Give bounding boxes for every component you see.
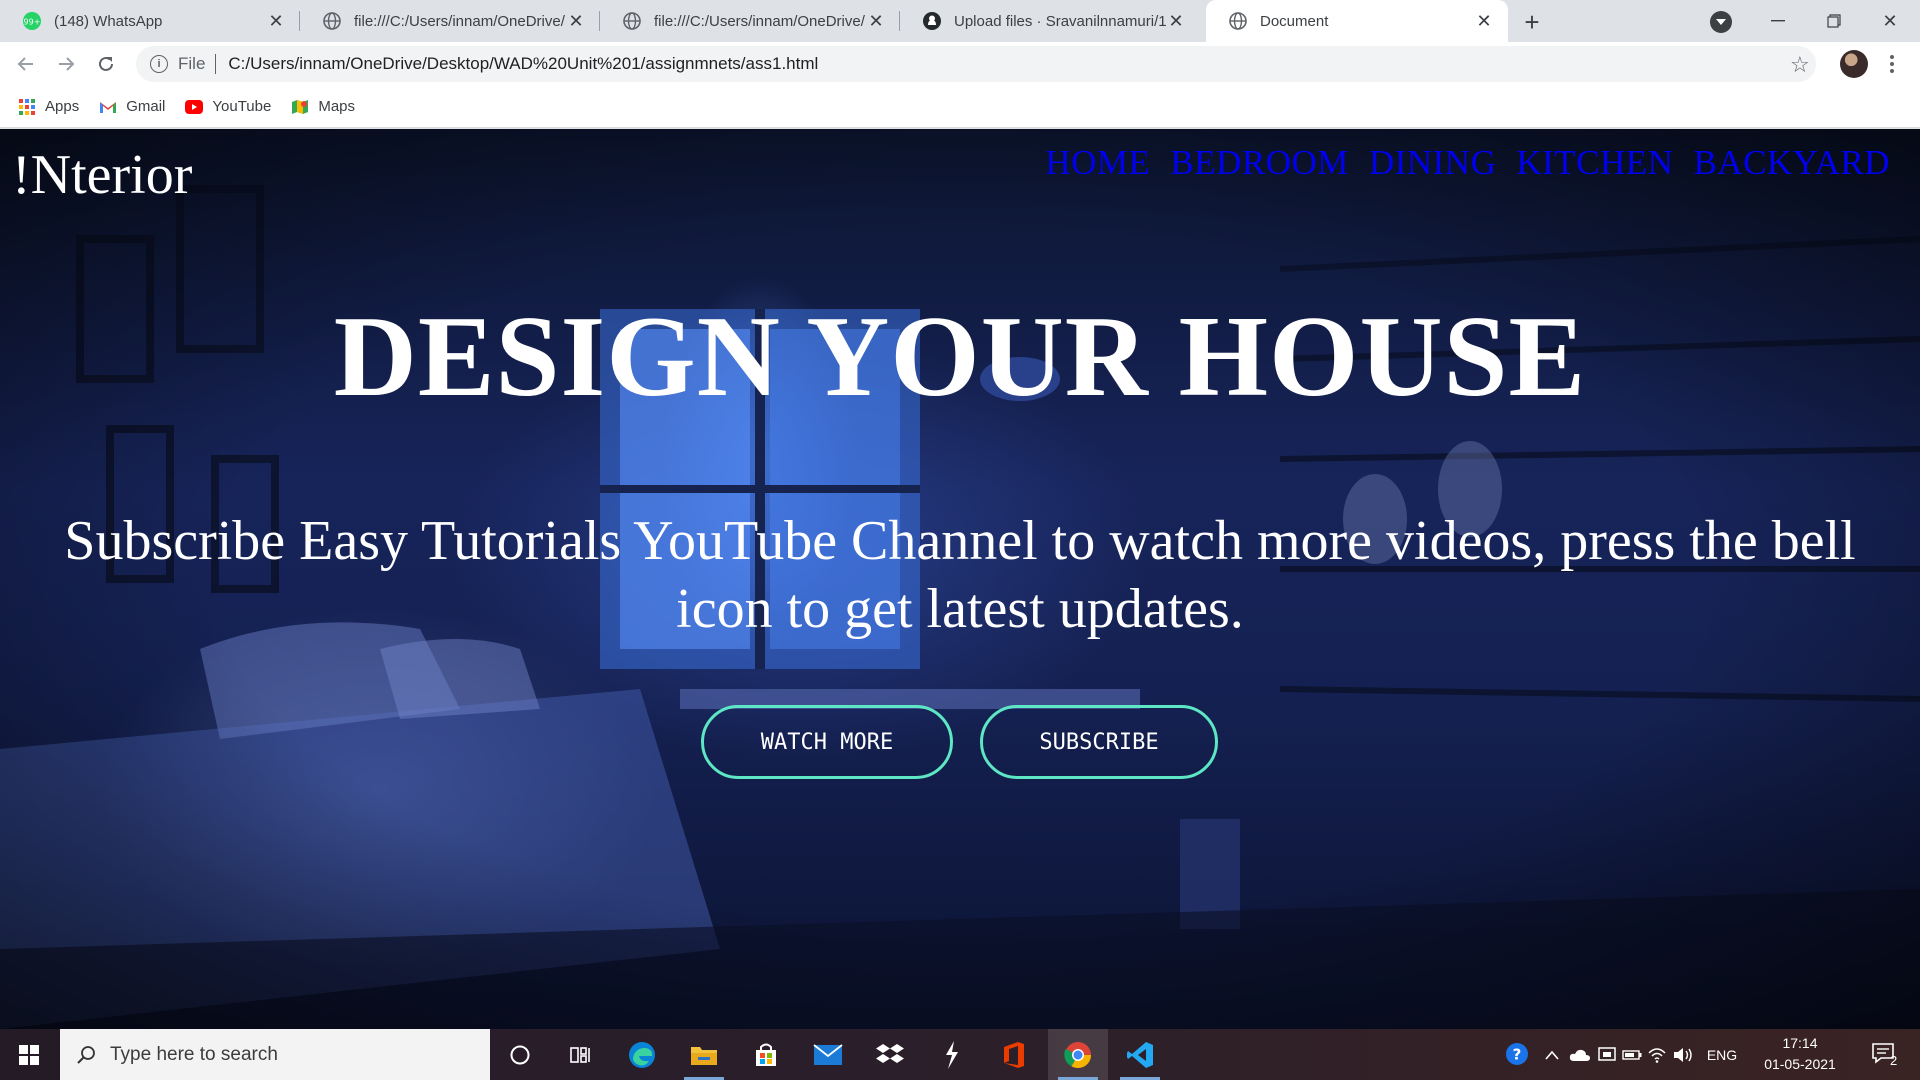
mail-icon[interactable] <box>798 1029 858 1080</box>
cortana-icon[interactable] <box>490 1029 550 1080</box>
address-divider <box>215 54 217 74</box>
clock-date: 01-05-2021 <box>1764 1056 1836 1072</box>
tab-title: file:///C:/Users/innam/OneDrive/ <box>354 12 565 30</box>
reload-button[interactable] <box>92 50 120 78</box>
store-icon[interactable] <box>736 1029 796 1080</box>
minimize-button[interactable] <box>1750 0 1806 42</box>
notification-count-badge: 2 <box>1890 1053 1898 1068</box>
svg-text:99+: 99+ <box>24 18 41 27</box>
whatsapp-icon: 99+ <box>22 11 42 31</box>
address-scheme: File <box>178 54 206 73</box>
nav-link-bedroom[interactable]: BEDROOM <box>1170 143 1349 183</box>
page-viewport: !Nterior HOME BEDROOM DINING KITCHEN BAC… <box>0 129 1920 1029</box>
nav-link-home[interactable]: HOME <box>1045 143 1150 183</box>
search-icon <box>77 1045 95 1064</box>
browser-toolbar: i File C:/Users/innam/OneDrive/Desktop/W… <box>0 42 1920 86</box>
tab-file-2[interactable]: file:///C:/Users/innam/OneDrive/ ✕ <box>600 0 900 42</box>
tab-whatsapp[interactable]: 99+ (148) WhatsApp ✕ <box>0 0 300 42</box>
bookmark-gmail[interactable]: Gmail <box>99 98 165 116</box>
taskbar-clock[interactable]: 17:14 01-05-2021 <box>1752 1033 1848 1075</box>
svg-text:?: ? <box>1513 1045 1522 1063</box>
main-nav: HOME BEDROOM DINING KITCHEN BACKYARD <box>1045 143 1890 183</box>
close-window-button[interactable]: ✕ <box>1862 0 1918 42</box>
globe-icon <box>622 11 642 31</box>
subscribe-button[interactable]: SUBSCRIBE <box>980 705 1218 779</box>
language-indicator[interactable]: ENG <box>1700 1029 1744 1080</box>
tab-title: file:///C:/Users/innam/OneDrive/ <box>654 12 865 30</box>
site-logo[interactable]: !Nterior <box>12 143 192 207</box>
github-icon <box>922 11 942 31</box>
close-icon[interactable]: ✕ <box>1474 11 1494 31</box>
search-placeholder: Type here to search <box>110 1043 278 1065</box>
watch-more-button[interactable]: WATCH MORE <box>701 705 953 779</box>
info-icon[interactable]: i <box>150 55 168 73</box>
globe-icon <box>322 11 342 31</box>
bookmark-maps[interactable]: Maps <box>291 98 355 116</box>
nav-link-kitchen[interactable]: KITCHEN <box>1516 143 1673 183</box>
bookmark-apps[interactable]: Apps <box>18 98 79 116</box>
bookmark-label: Gmail <box>126 98 166 115</box>
globe-icon <box>1228 11 1248 31</box>
nav-link-dining[interactable]: DINING <box>1369 143 1496 183</box>
vscode-icon[interactable] <box>1110 1029 1170 1080</box>
tab-title: (148) WhatsApp <box>54 12 163 30</box>
file-explorer-icon[interactable] <box>674 1029 734 1080</box>
menu-icon[interactable] <box>1882 50 1902 78</box>
forward-button[interactable] <box>52 50 80 78</box>
onedrive-icon[interactable] <box>1566 1029 1594 1080</box>
back-button[interactable] <box>12 50 40 78</box>
battery-icon[interactable] <box>1620 1029 1644 1080</box>
volume-icon[interactable] <box>1670 1029 1698 1080</box>
windows-logo-icon <box>19 1044 39 1065</box>
bookmark-label: Apps <box>45 98 80 115</box>
tab-github[interactable]: Upload files · Sravanilnnamuri/12 ✕ <box>900 0 1200 42</box>
close-icon[interactable]: ✕ <box>1166 11 1186 31</box>
bookmark-youtube[interactable]: YouTube <box>185 98 271 116</box>
avatar[interactable] <box>1840 50 1868 78</box>
tab-document[interactable]: Document ✕ <box>1206 0 1508 42</box>
taskbar-search-input[interactable]: Type here to search <box>60 1029 490 1080</box>
hero-subtitle: Subscribe Easy Tutorials YouTube Channel… <box>64 510 1856 640</box>
tab-title: Upload files · Sravanilnnamuri/12 <box>954 12 1166 30</box>
windows-taskbar: Type here to search ? ENG 17:14 01-05-20… <box>0 1029 1920 1080</box>
notifications-button[interactable]: 2 <box>1862 1029 1910 1080</box>
nav-link-backyard[interactable]: BACKYARD <box>1693 143 1890 183</box>
security-icon[interactable] <box>1594 1029 1620 1080</box>
bookmarks-bar: Apps Gmail YouTube Maps <box>0 86 1920 128</box>
task-view-icon[interactable] <box>550 1029 610 1080</box>
new-tab-button[interactable]: + <box>1518 7 1546 37</box>
tab-title: Document <box>1260 12 1329 30</box>
office-icon[interactable] <box>984 1029 1044 1080</box>
address-url[interactable]: C:/Users/innam/OneDrive/Desktop/WAD%20Un… <box>228 54 818 74</box>
restore-button[interactable] <box>1806 0 1862 42</box>
maps-icon <box>291 98 309 116</box>
bookmark-label: YouTube <box>212 98 272 115</box>
chrome-icon[interactable] <box>1048 1029 1108 1080</box>
dropbox-icon[interactable] <box>860 1029 920 1080</box>
youtube-icon <box>185 98 204 116</box>
address-bar[interactable]: i File C:/Users/innam/OneDrive/Desktop/W… <box>136 46 1816 82</box>
help-icon[interactable]: ? <box>1500 1029 1536 1080</box>
gmail-icon <box>99 98 117 116</box>
close-icon[interactable]: ✕ <box>266 11 286 31</box>
bookmark-label: Maps <box>318 98 356 115</box>
tab-search-icon[interactable] <box>1710 11 1732 33</box>
wifi-icon[interactable] <box>1644 1029 1670 1080</box>
start-button[interactable] <box>0 1029 58 1080</box>
sublime-icon[interactable] <box>922 1029 982 1080</box>
edge-icon[interactable] <box>612 1029 672 1080</box>
close-icon[interactable]: ✕ <box>566 11 586 31</box>
apps-grid-icon <box>18 98 36 116</box>
close-icon[interactable]: ✕ <box>866 11 886 31</box>
bookmark-star-icon[interactable]: ☆ <box>1790 52 1810 78</box>
hero-title: DESIGN YOUR HOUSE <box>333 293 1587 420</box>
chevron-up-icon[interactable] <box>1538 1029 1566 1080</box>
tab-strip: 99+ (148) WhatsApp ✕ file:///C:/Users/in… <box>0 0 1920 42</box>
clock-time: 17:14 <box>1782 1035 1818 1051</box>
tab-file-1[interactable]: file:///C:/Users/innam/OneDrive/ ✕ <box>300 0 600 42</box>
